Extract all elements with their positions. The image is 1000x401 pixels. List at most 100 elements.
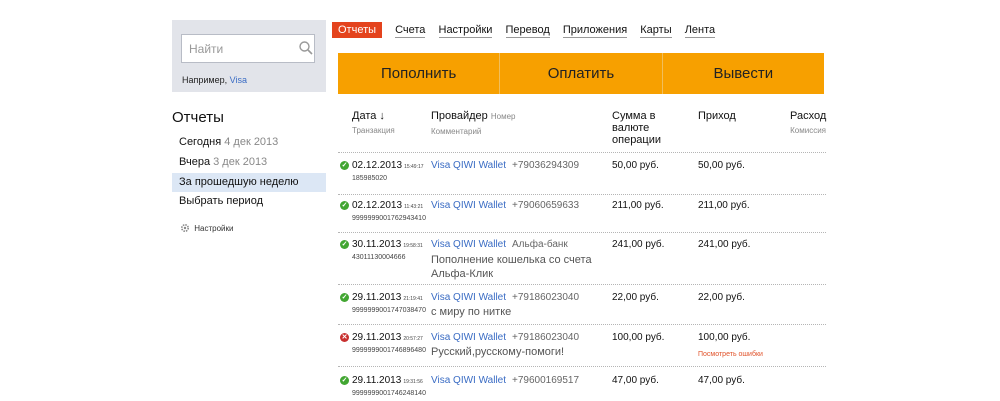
row-provider-link[interactable]: Visa QIWI Wallet [431,239,506,250]
row-sum: 22,00 руб. [612,292,659,303]
row-income: 50,00 руб. [698,160,745,171]
row-date: 29.11.2013 21:19:41 [352,292,423,303]
sidebar-item-last-week[interactable]: За прошедшую неделю [172,173,326,192]
row-income: 47,00 руб. [698,375,745,386]
sidebar-item-label: Вчера [179,156,211,168]
tab-transfer[interactable]: Перевод [505,23,550,38]
row-transaction-id: 9999999001746896480 [352,347,426,354]
action-bar: Пополнить Оплатить Вывести [338,53,824,94]
row-number: Альфа-банк [512,239,568,250]
col-header-date-sub: Транзакция [352,126,395,135]
row-comment: Русский,русскому-помоги! [431,346,565,358]
main-tabs: Отчеты Счета Настройки Перевод Приложени… [332,22,725,40]
row-income: 241,00 руб. [698,239,751,250]
status-ok-icon: ✓ [340,240,349,249]
row-date-value: 29.11.2013 [352,332,402,343]
search-example: Например, Visa [182,75,247,85]
sidebar-item-label: За прошедшую неделю [179,176,299,188]
status-ok-icon: ✓ [340,376,349,385]
table-row[interactable]: ✓ 30.11.2013 19:58:31 43011130004666 Visa… [338,232,826,285]
table-row[interactable]: ✓ 02.12.2013 15:49:17 185985020 Visa QIWI… [338,152,826,195]
search-icon[interactable] [298,40,314,56]
sidebar-item-date: 4 дек 2013 [224,136,279,148]
sidebar-item-date: 3 дек 2013 [213,156,268,168]
row-date-value: 02.12.2013 [352,200,403,211]
row-number: +79036294309 [512,160,580,171]
table-row[interactable]: ✓ 29.11.2013 19:31:56 9999999001746248140… [338,366,826,401]
row-date-value: 02.12.2013 [352,160,403,171]
pay-button[interactable]: Оплатить [500,53,663,94]
row-time: 19:31:56 [403,379,423,385]
withdraw-button[interactable]: Вывести [662,53,824,94]
col-header-provider-num: Номер [490,112,516,121]
sidebar-item-choose-period[interactable]: Выбрать период [172,192,326,211]
row-sum: 100,00 руб. [612,332,665,343]
col-header-provider: Провайдер Номер Комментарий [431,110,515,138]
row-number: +79600169517 [512,375,580,386]
sidebar-title: Отчеты [172,109,224,126]
row-provider-link[interactable]: Visa QIWI Wallet [431,332,506,343]
row-time: 19:58:31 [403,243,423,249]
status-ok-icon: ✓ [340,201,349,210]
row-time: 15:49:17 [404,164,424,170]
row-sum: 241,00 руб. [612,239,665,250]
tab-accounts[interactable]: Счета [395,23,426,38]
row-provider-link[interactable]: Visa QIWI Wallet [431,200,506,211]
col-header-sum: Сумма в валюте операции [612,110,662,146]
row-income: 211,00 руб. [698,200,750,211]
row-number: +79186023040 [512,292,580,303]
gear-icon [180,223,190,233]
tab-reports[interactable]: Отчеты [332,22,383,38]
row-time: 21:19:41 [403,296,423,302]
row-number: +79060659633 [512,200,580,211]
table-row[interactable]: ✓ 29.11.2013 21:19:41 9999999001747038470… [338,284,826,325]
row-sum: 47,00 руб. [612,375,659,386]
row-time: 20:57:27 [403,336,423,342]
row-date-value: 30.11.2013 [352,239,402,250]
tab-feed[interactable]: Лента [684,23,716,38]
top-up-button[interactable]: Пополнить [338,53,501,94]
table-row[interactable]: ✕ 29.11.2013 20:57:27 9999999001746896480… [338,324,826,367]
search-panel: Например, Visa [172,20,326,92]
row-time: 11:43:21 [404,204,424,210]
sidebar-item-yesterday[interactable]: Вчера 3 дек 2013 [172,153,326,172]
row-comment: с миру по нитке [431,306,512,318]
search-input[interactable] [181,34,315,63]
col-header-date[interactable]: Дата ↓ Транзакция [352,110,395,137]
row-provider-link[interactable]: Visa QIWI Wallet [431,375,506,386]
row-income: 100,00 руб. [698,332,751,343]
tab-cards[interactable]: Карты [640,23,672,38]
col-header-expense-label: Расход [790,110,827,122]
tab-settings[interactable]: Настройки [438,23,493,38]
row-date: 02.12.2013 15:49:17 [352,160,424,171]
sidebar-item-label: Сегодня [179,136,222,148]
row-provider-link[interactable]: Visa QIWI Wallet [431,292,506,303]
row-transaction-id: 185985020 [352,175,388,182]
row-date: 02.12.2013 11:43:21 [352,200,423,211]
tab-apps[interactable]: Приложения [562,23,628,38]
col-header-date-label: Дата ↓ [352,110,385,122]
row-transaction-id: 9999999001746248140 [352,390,426,397]
sidebar-settings-label: Настройки [194,224,234,233]
status-error-icon: ✕ [340,333,349,342]
status-ok-icon: ✓ [340,161,349,170]
row-provider-link[interactable]: Visa QIWI Wallet [431,160,506,171]
view-errors-link[interactable]: Посмотреть ошибки [698,351,763,358]
row-date: 29.11.2013 19:31:56 [352,375,423,386]
col-header-provider-label: Провайдер [431,110,488,122]
row-date: 30.11.2013 19:58:31 [352,239,423,250]
table-row[interactable]: ✓ 02.12.2013 11:43:21 9999999001762943410… [338,194,826,233]
row-transaction-id: 9999999001762943410 [352,215,426,222]
row-number: +79186023040 [512,332,580,343]
sidebar-item-label: Выбрать период [179,195,263,207]
row-transaction-id: 9999999001747038470 [352,307,426,314]
sidebar-settings-link[interactable]: Настройки [180,223,233,233]
status-ok-icon: ✓ [340,293,349,302]
row-comment: Пополнение кошелька со счета Альфа-Клик [431,254,592,280]
col-header-expense-sub: Комиссия [790,126,826,135]
row-sum: 211,00 руб. [612,200,664,211]
row-income: 22,00 руб. [698,292,745,303]
sidebar-item-today[interactable]: Сегодня 4 дек 2013 [172,133,326,152]
row-date-value: 29.11.2013 [352,292,402,303]
search-example-link[interactable]: Visa [230,75,247,85]
